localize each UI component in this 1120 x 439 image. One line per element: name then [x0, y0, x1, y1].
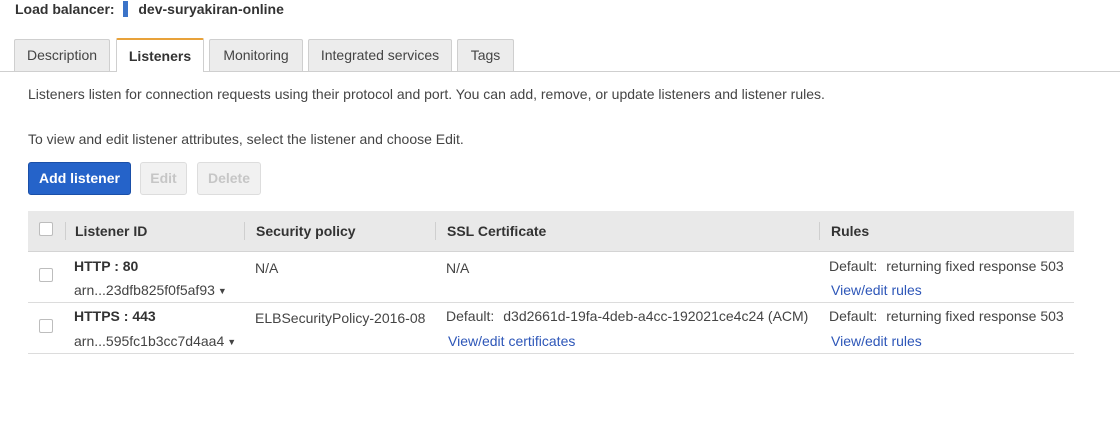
- rules-default: Default: returning fixed response 503: [829, 308, 1064, 324]
- rules-default-value: returning fixed response 503: [886, 308, 1064, 324]
- table-row[interactable]: HTTPS : 443 arn...595fc1b3cc7d4aa4 ▼ ELBS…: [28, 303, 1074, 354]
- tab-monitoring[interactable]: Monitoring: [209, 39, 303, 71]
- column-separator: [435, 222, 436, 240]
- listeners-edit-hint: To view and edit listener attributes, se…: [28, 131, 464, 147]
- security-policy: ELBSecurityPolicy-2016-08: [255, 310, 426, 326]
- ssl-certificate-id: d3d2661d-19fa-4deb-a4cc-192021ce4c24 (AC…: [503, 308, 809, 324]
- load-balancer-name: dev-suryakiran-online: [138, 1, 284, 17]
- view-edit-rules-link[interactable]: View/edit rules: [831, 333, 922, 349]
- caret-down-icon[interactable]: ▼: [218, 286, 227, 296]
- select-all-checkbox[interactable]: [39, 222, 53, 236]
- listener-arn-dropdown[interactable]: arn...23dfb825f0f5af93 ▼: [74, 282, 227, 298]
- column-separator: [65, 222, 66, 240]
- column-header-security-policy[interactable]: Security policy: [256, 211, 356, 251]
- delete-button[interactable]: Delete: [197, 162, 261, 195]
- column-separator: [819, 222, 820, 240]
- listeners-table: Listener ID Security policy SSL Certific…: [28, 211, 1074, 354]
- row-checkbox[interactable]: [39, 268, 53, 282]
- listener-id: HTTP : 80: [74, 258, 139, 274]
- security-policy: N/A: [255, 260, 279, 276]
- listener-arn: arn...23dfb825f0f5af93: [74, 282, 215, 298]
- ssl-certificate: N/A: [446, 260, 470, 276]
- caret-down-icon[interactable]: ▼: [227, 337, 236, 347]
- load-balancer-header: Load balancer: dev-suryakiran-online: [15, 1, 284, 17]
- column-header-listener-id[interactable]: Listener ID: [75, 211, 147, 251]
- listeners-description: Listeners listen for connection requests…: [28, 86, 825, 102]
- rules-default-label: Default:: [829, 308, 878, 324]
- load-balancer-label: Load balancer:: [15, 1, 115, 17]
- tab-tags[interactable]: Tags: [457, 39, 514, 71]
- load-balancer-marker-icon: [123, 1, 129, 17]
- column-header-rules[interactable]: Rules: [831, 211, 869, 251]
- table-header: Listener ID Security policy SSL Certific…: [28, 211, 1074, 252]
- tab-listeners[interactable]: Listeners: [116, 38, 204, 72]
- row-checkbox[interactable]: [39, 319, 53, 333]
- column-separator: [244, 222, 245, 240]
- view-edit-rules-link[interactable]: View/edit rules: [831, 282, 922, 298]
- rules-default: Default: returning fixed response 503: [829, 258, 1064, 274]
- rules-default-value: returning fixed response 503: [886, 258, 1064, 274]
- ssl-default-label: Default:: [446, 308, 495, 324]
- edit-button[interactable]: Edit: [140, 162, 187, 195]
- listener-arn-dropdown[interactable]: arn...595fc1b3cc7d4aa4 ▼: [74, 333, 236, 349]
- table-row[interactable]: HTTP : 80 arn...23dfb825f0f5af93 ▼ N/A N/…: [28, 252, 1074, 303]
- listener-id: HTTPS : 443: [74, 308, 156, 324]
- add-listener-button[interactable]: Add listener: [28, 162, 131, 195]
- tab-description[interactable]: Description: [14, 39, 110, 71]
- tab-integrated-services[interactable]: Integrated services: [308, 39, 452, 71]
- view-edit-certificates-link[interactable]: View/edit certificates: [448, 333, 575, 349]
- column-header-ssl-certificate[interactable]: SSL Certificate: [447, 211, 546, 251]
- rules-default-label: Default:: [829, 258, 878, 274]
- ssl-certificate: Default: d3d2661d-19fa-4deb-a4cc-192021ce…: [446, 308, 808, 324]
- listener-arn: arn...595fc1b3cc7d4aa4: [74, 333, 225, 349]
